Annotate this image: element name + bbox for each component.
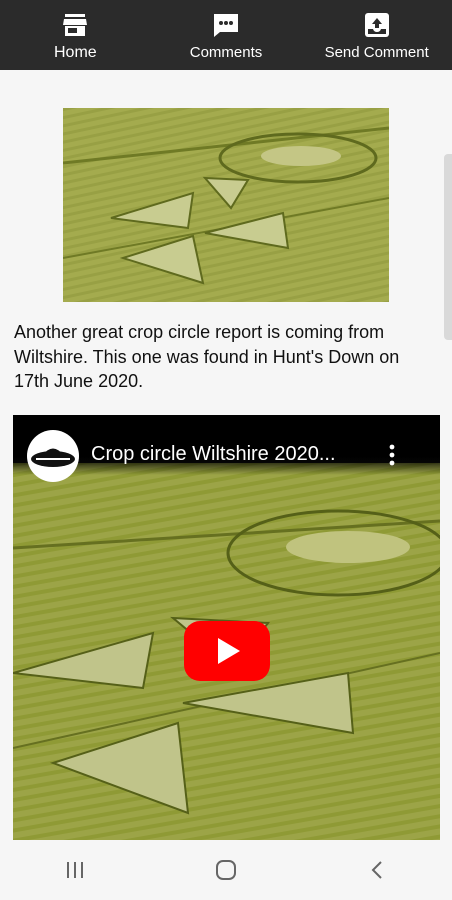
home-button[interactable] — [196, 850, 256, 890]
ufo-logo-icon — [31, 448, 75, 467]
main-content[interactable]: Another great crop circle report is comi… — [0, 70, 452, 840]
store-icon — [61, 12, 89, 38]
recents-icon — [67, 862, 84, 878]
article-text: Another great crop circle report is comi… — [14, 322, 400, 391]
tab-comments[interactable]: Comments — [151, 0, 302, 70]
tab-comments-label: Comments — [189, 44, 263, 61]
system-nav-bar — [0, 840, 452, 900]
video-player[interactable]: Crop circle Wiltshire 2020... — [13, 415, 440, 840]
back-button[interactable] — [347, 850, 407, 890]
scroll-indicator[interactable] — [444, 154, 452, 340]
channel-avatar[interactable] — [27, 430, 79, 482]
hero-image — [62, 108, 390, 302]
recent-apps-button[interactable] — [45, 850, 105, 890]
tab-home-label: Home — [53, 44, 97, 61]
tab-send-comment[interactable]: Send Comment — [301, 0, 452, 70]
chat-icon — [212, 12, 240, 38]
inbox-upload-icon — [363, 12, 391, 38]
more-vert-icon[interactable] — [385, 443, 399, 467]
tab-send-comment-label: Send Comment — [324, 44, 429, 61]
home-circle-icon — [215, 860, 236, 880]
tab-home[interactable]: Home — [0, 0, 151, 70]
play-button[interactable] — [184, 621, 270, 681]
video-title[interactable]: Crop circle Wiltshire 2020... — [91, 443, 336, 466]
back-chevron-icon — [371, 861, 382, 879]
top-nav-bar: Home Comments Send Comment — [0, 0, 452, 70]
